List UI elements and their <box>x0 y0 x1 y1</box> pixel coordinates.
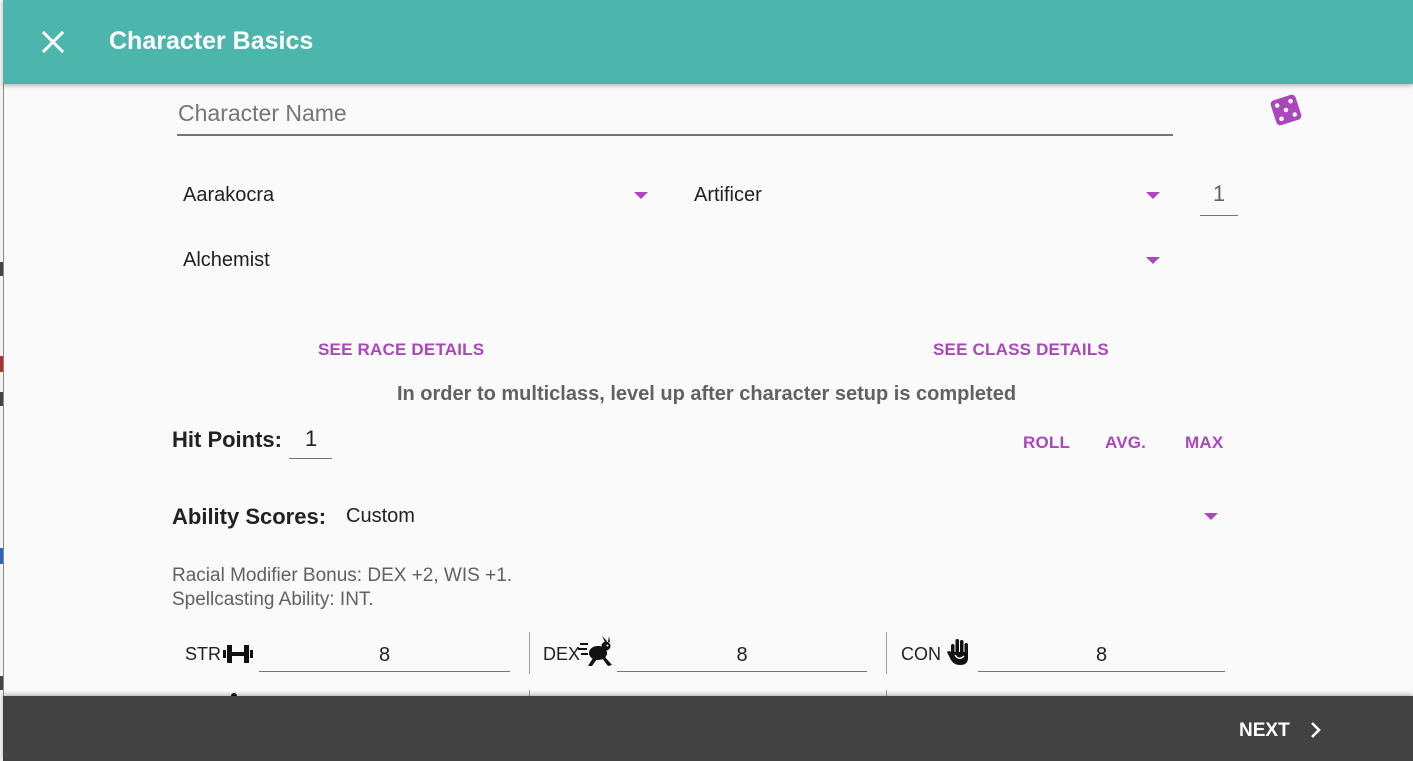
ability-scores-label: Ability Scores: <box>172 504 327 529</box>
hit-points-label: Hit Points: <box>172 427 282 452</box>
con-score: CON 8 <box>901 634 1225 674</box>
chevron-right-icon <box>1311 722 1321 738</box>
close-icon <box>41 30 65 54</box>
max-hp-button[interactable]: MAX <box>1185 433 1223 453</box>
divider <box>529 632 530 674</box>
ability-score-method-value: Custom <box>346 505 415 527</box>
character-form: Aarakocra Artificer 1 Alchemist SEE RACE… <box>0 84 1413 696</box>
hit-points-value: 1 <box>305 426 318 451</box>
character-name-input[interactable] <box>177 98 1174 127</box>
dex-value: 8 <box>736 644 748 666</box>
class-value: Artificer <box>694 184 762 206</box>
hit-points-field[interactable]: 1 <box>289 424 332 459</box>
bottom-bar: NEXT <box>3 696 1413 761</box>
roll-hp-button[interactable]: ROLL <box>1023 433 1070 453</box>
level-field[interactable]: 1 <box>1200 181 1238 216</box>
racial-modifier-text: Racial Modifier Bonus: DEX +2, WIS +1. <box>172 565 513 586</box>
character-name-field[interactable] <box>177 98 1174 136</box>
level-value: 1 <box>1212 181 1226 206</box>
app-bar: Character Basics <box>3 0 1413 84</box>
subclass-value: Alchemist <box>183 249 270 271</box>
chevron-down-icon <box>634 192 648 199</box>
chevron-down-icon <box>1204 513 1218 520</box>
chevron-down-icon <box>1146 257 1160 264</box>
spellcasting-ability-text: Spellcasting Ability: INT. <box>172 589 374 610</box>
str-score: STR 8 <box>185 634 510 674</box>
see-class-details-button[interactable]: SEE CLASS DETAILS <box>933 340 1109 360</box>
race-select[interactable]: Aarakocra <box>177 180 649 216</box>
randomize-name-button[interactable] <box>1268 92 1304 128</box>
con-value: 8 <box>1095 644 1108 666</box>
con-label: CON <box>901 644 941 664</box>
ability-score-method-select[interactable]: Custom <box>340 501 1222 537</box>
average-hp-button[interactable]: AVG. <box>1105 433 1146 453</box>
close-button[interactable] <box>39 28 67 56</box>
chevron-down-icon <box>1146 192 1160 199</box>
dex-label: DEX <box>543 644 581 664</box>
class-select[interactable]: Artificer <box>688 180 1162 216</box>
ability-info: Racial Modifier Bonus: DEX +2, WIS +1. S… <box>172 564 512 612</box>
running-rabbit-icon <box>578 636 612 666</box>
see-race-details-button[interactable]: SEE RACE DETAILS <box>318 340 484 360</box>
con-input[interactable]: 8 <box>978 634 1225 672</box>
subclass-select[interactable]: Alchemist <box>177 245 1162 281</box>
next-label: NEXT <box>1239 720 1290 741</box>
str-label: STR <box>185 644 221 664</box>
divider <box>886 632 887 674</box>
race-value: Aarakocra <box>183 184 275 206</box>
dumbbell-icon <box>223 645 253 663</box>
hand-icon <box>947 639 968 665</box>
dice-icon <box>1270 94 1302 126</box>
str-value: 8 <box>378 644 391 666</box>
dex-score: DEX 8 <box>543 634 867 674</box>
str-input[interactable]: 8 <box>259 634 510 672</box>
multiclass-notice: In order to multiclass, level up after c… <box>396 383 1017 405</box>
dex-input[interactable]: 8 <box>617 634 867 672</box>
page-title: Character Basics <box>109 27 314 55</box>
